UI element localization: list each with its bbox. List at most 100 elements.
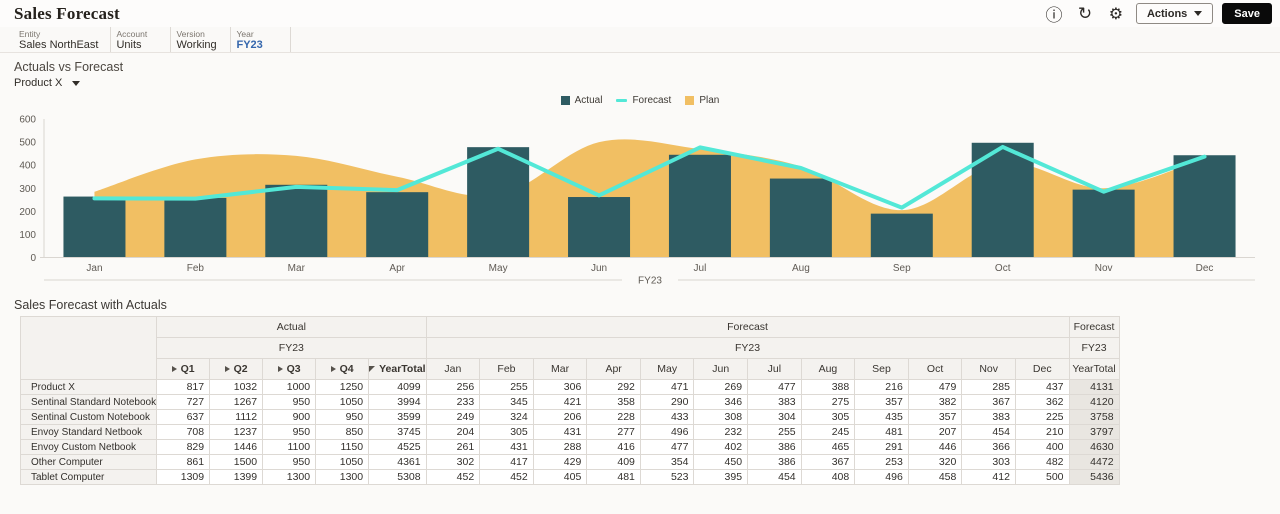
grid-cell[interactable]: 402 — [693, 439, 749, 455]
grid-cell[interactable]: 1267 — [209, 394, 264, 410]
pov-item-account[interactable]: Account Units — [111, 27, 172, 52]
grid-cell[interactable]: 429 — [532, 454, 588, 470]
actual-bar-sep[interactable] — [870, 213, 933, 258]
grid-cell[interactable]: 4630 — [1068, 439, 1120, 455]
grid-cell[interactable]: 253 — [854, 454, 909, 470]
grid-cell[interactable]: 357 — [907, 409, 963, 425]
grid-cell[interactable]: 950 — [262, 454, 317, 470]
grid-cell[interactable]: 416 — [586, 439, 641, 455]
column-header-oct-14[interactable]: Oct — [907, 358, 963, 380]
grid-cell[interactable]: 269 — [693, 379, 749, 395]
grid-cell[interactable]: 357 — [854, 394, 909, 410]
grid-cell[interactable]: 481 — [854, 424, 909, 440]
grid-cell[interactable]: 400 — [1014, 439, 1070, 455]
grid-cell[interactable]: 1446 — [209, 439, 264, 455]
actual-bar-aug[interactable] — [769, 178, 832, 258]
pov-item-entity[interactable]: Entity Sales NorthEast — [14, 27, 112, 52]
expand-icon[interactable] — [330, 366, 336, 372]
grid-cell[interactable]: 1309 — [156, 469, 211, 485]
column-header-nov-15[interactable]: Nov — [961, 358, 1016, 380]
grid-cell[interactable]: 408 — [800, 469, 856, 485]
grid-cell[interactable]: 232 — [693, 424, 749, 440]
grid-cell[interactable]: 256 — [425, 379, 481, 395]
grid-cell[interactable]: 210 — [1014, 424, 1070, 440]
row-header[interactable]: Envoy Custom Netbook — [19, 439, 158, 455]
grid-cell[interactable]: 950 — [262, 394, 317, 410]
grid-cell[interactable]: 4361 — [368, 454, 427, 470]
grid-cell[interactable]: 454 — [961, 424, 1016, 440]
column-header-q3-2[interactable]: Q3 — [262, 358, 317, 380]
grid-cell[interactable]: 308 — [693, 409, 749, 425]
settings-icon[interactable]: ⚙ — [1105, 3, 1127, 25]
grid-cell[interactable]: 817 — [156, 379, 211, 395]
expand-icon[interactable] — [277, 366, 283, 372]
grid-cell[interactable]: 481 — [586, 469, 641, 485]
grid-cell[interactable]: 1100 — [262, 439, 317, 455]
actual-bar-jan[interactable] — [63, 196, 126, 258]
grid-cell[interactable]: 291 — [854, 439, 909, 455]
grid-cell[interactable]: 452 — [479, 469, 534, 485]
grid-cell[interactable]: 708 — [156, 424, 211, 440]
grid-cell[interactable]: 395 — [693, 469, 749, 485]
legend-item-actual[interactable]: Actual — [560, 95, 602, 106]
grid-cell[interactable]: 4525 — [368, 439, 427, 455]
expand-icon[interactable] — [224, 366, 230, 372]
grid-cell[interactable]: 4120 — [1068, 394, 1120, 410]
grid-cell[interactable]: 1300 — [315, 469, 370, 485]
grid-cell[interactable]: 900 — [262, 409, 317, 425]
grid-cell[interactable]: 1300 — [262, 469, 317, 485]
legend-item-forecast[interactable]: Forecast — [616, 95, 671, 106]
actual-bar-dec[interactable] — [1173, 155, 1236, 258]
grid-cell[interactable]: 302 — [425, 454, 481, 470]
grid-cell[interactable]: 1050 — [315, 454, 370, 470]
grid-cell[interactable]: 386 — [747, 454, 802, 470]
grid-cell[interactable]: 1050 — [315, 394, 370, 410]
grid-cell[interactable]: 292 — [586, 379, 641, 395]
grid-cell[interactable]: 5436 — [1068, 469, 1120, 485]
actual-bar-may[interactable] — [467, 147, 530, 258]
product-selector[interactable]: Product X — [14, 77, 81, 89]
info-icon[interactable]: ⓘ — [1043, 3, 1065, 25]
grid-cell[interactable]: 382 — [907, 394, 963, 410]
grid-cell[interactable]: 233 — [425, 394, 481, 410]
grid-cell[interactable]: 861 — [156, 454, 211, 470]
grid-cell[interactable]: 1032 — [209, 379, 264, 395]
grid-cell[interactable]: 431 — [479, 439, 534, 455]
column-header-q2-1[interactable]: Q2 — [209, 358, 264, 380]
grid-cell[interactable]: 388 — [800, 379, 856, 395]
row-header[interactable]: Product X — [19, 379, 158, 395]
grid-cell[interactable]: 255 — [747, 424, 802, 440]
column-header-sep-13[interactable]: Sep — [854, 358, 909, 380]
column-header-may-9[interactable]: May — [639, 358, 695, 380]
grid-cell[interactable]: 452 — [425, 469, 481, 485]
column-header-apr-8[interactable]: Apr — [586, 358, 641, 380]
legend-item-plan[interactable]: Plan — [685, 95, 719, 106]
pov-item-year[interactable]: Year FY23 — [231, 27, 292, 52]
grid-cell[interactable]: 450 — [693, 454, 749, 470]
column-header-dec-16[interactable]: Dec — [1014, 358, 1070, 380]
grid-cell[interactable]: 216 — [854, 379, 909, 395]
grid-cell[interactable]: 3599 — [368, 409, 427, 425]
grid-cell[interactable]: 4131 — [1068, 379, 1120, 395]
grid-cell[interactable]: 320 — [907, 454, 963, 470]
column-header-q4-3[interactable]: Q4 — [315, 358, 370, 380]
grid-cell[interactable]: 437 — [1014, 379, 1070, 395]
row-header[interactable]: Sentinal Standard Notebook — [19, 394, 158, 410]
grid-cell[interactable]: 303 — [961, 454, 1016, 470]
grid-cell[interactable]: 409 — [586, 454, 641, 470]
grid-cell[interactable]: 228 — [586, 409, 641, 425]
grid-cell[interactable]: 454 — [747, 469, 802, 485]
grid-cell[interactable]: 206 — [532, 409, 588, 425]
grid-cell[interactable]: 431 — [532, 424, 588, 440]
grid-cell[interactable]: 261 — [425, 439, 481, 455]
grid-cell[interactable]: 3758 — [1068, 409, 1120, 425]
grid-cell[interactable]: 305 — [800, 409, 856, 425]
grid-cell[interactable]: 305 — [479, 424, 534, 440]
grid-cell[interactable]: 435 — [854, 409, 909, 425]
expand-icon[interactable] — [171, 366, 177, 372]
grid-cell[interactable]: 345 — [479, 394, 534, 410]
grid-cell[interactable]: 829 — [156, 439, 211, 455]
column-header-jan-5[interactable]: Jan — [425, 358, 481, 380]
grid-cell[interactable]: 1500 — [209, 454, 264, 470]
grid-cell[interactable]: 496 — [639, 424, 695, 440]
